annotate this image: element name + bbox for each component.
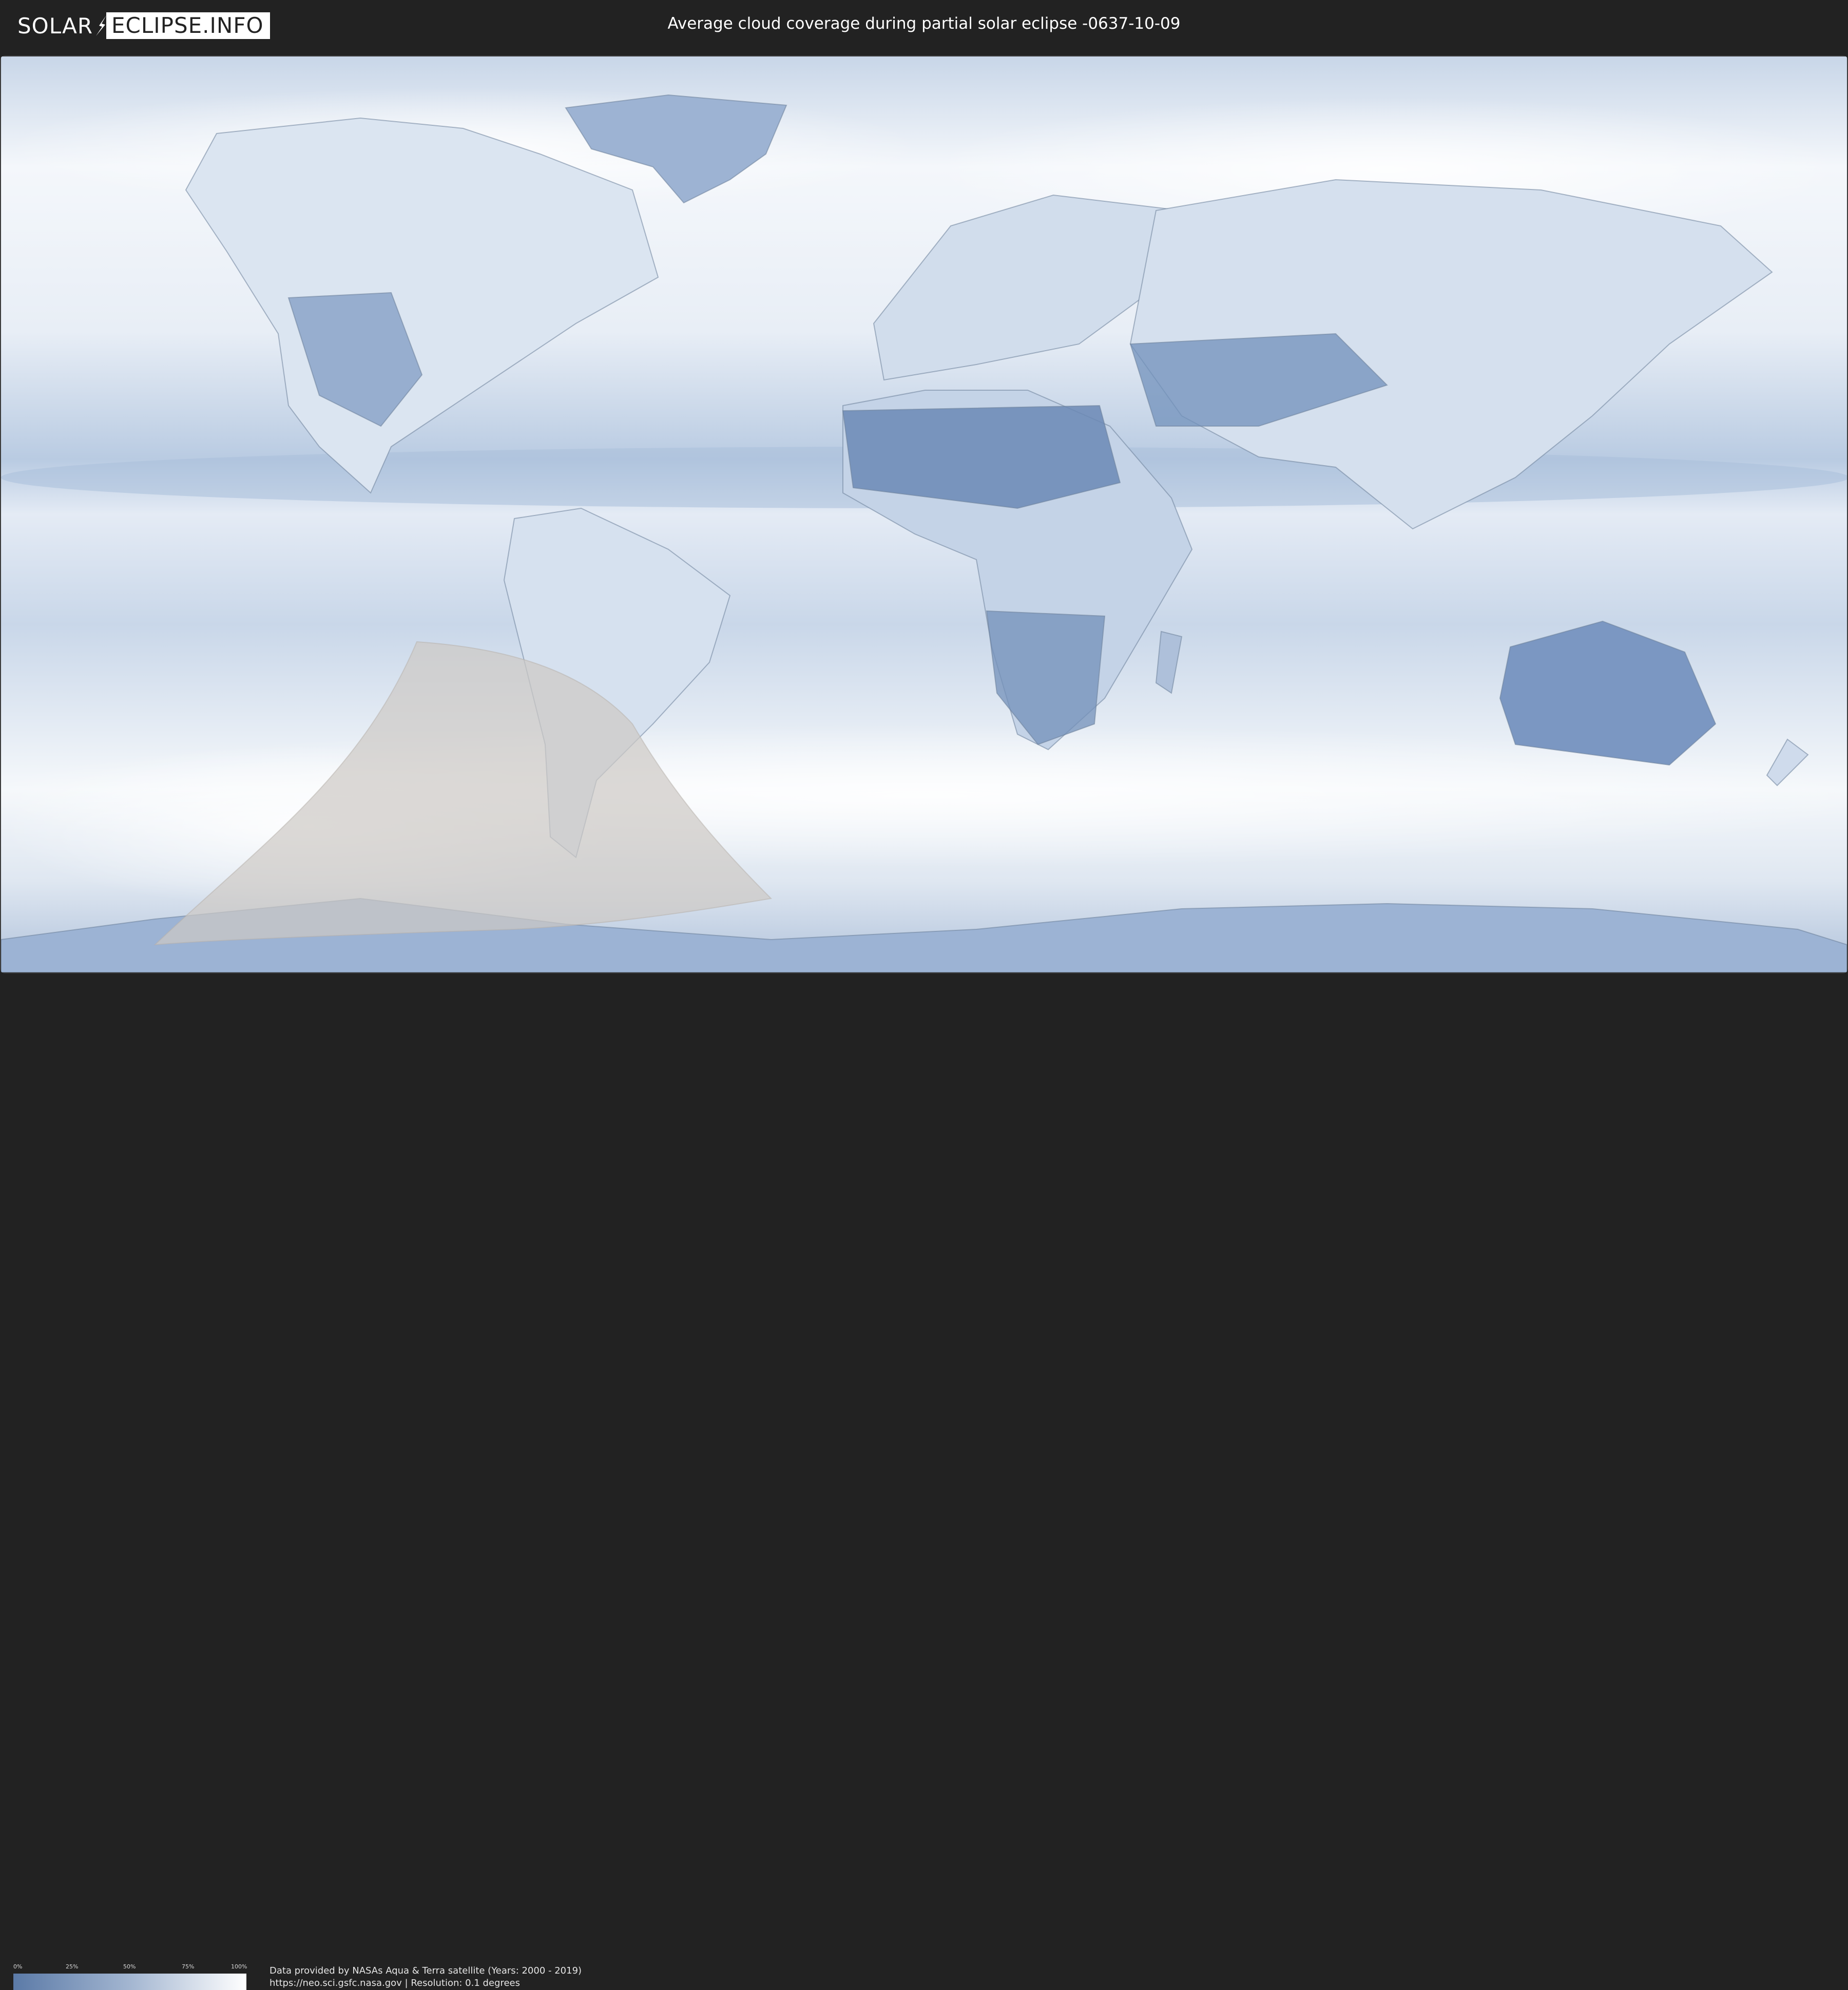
legend-tick-100: 100%	[231, 1963, 247, 1970]
data-credit-line: Data provided by NASAs Aqua & Terra sate…	[270, 1965, 582, 1976]
legend-tick-75: 75%	[182, 1963, 195, 1970]
footer-bar: 0% 25% 50% 75% 100% Data provided by NAS…	[0, 975, 1848, 1990]
legend-tick-25: 25%	[66, 1963, 79, 1970]
page-title: Average cloud coverage during partial so…	[667, 14, 1181, 33]
data-source-line: https://neo.sci.gsfc.nasa.gov | Resoluti…	[270, 1978, 520, 1988]
cloud-coverage-map-frame	[0, 55, 1848, 973]
legend-color-scale	[13, 1974, 246, 1990]
legend-tick-0: 0%	[13, 1963, 23, 1970]
legend-tick-50: 50%	[123, 1963, 136, 1970]
header-bar: SOLAR ECLIPSE.INFO Average cloud coverag…	[0, 0, 1848, 51]
cloud-coverage-map	[1, 56, 1847, 972]
